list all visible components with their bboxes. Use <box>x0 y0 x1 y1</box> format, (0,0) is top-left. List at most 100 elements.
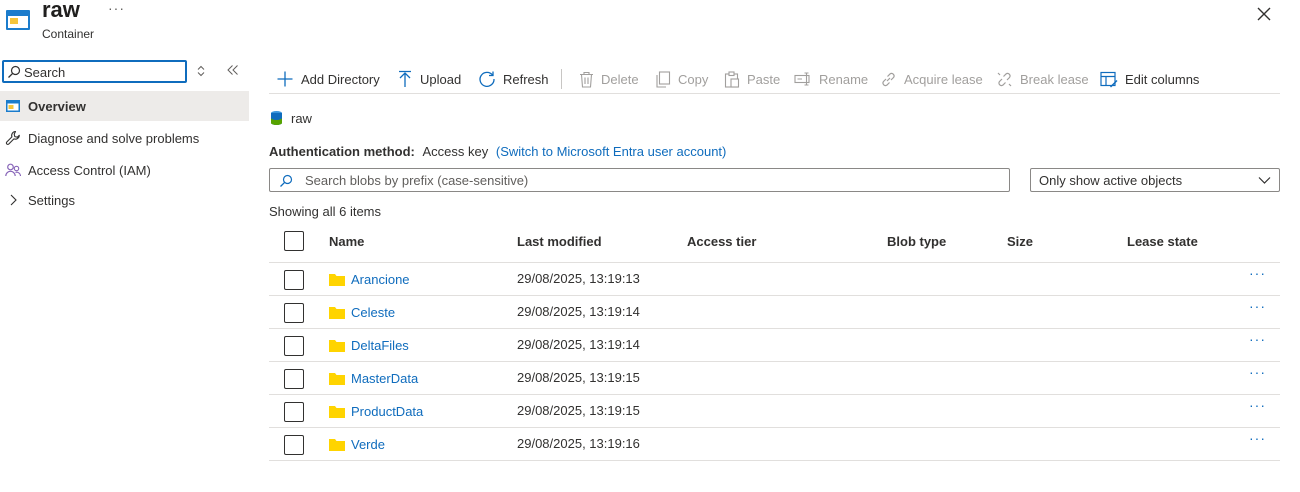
break-lease-button[interactable]: Break lease <box>996 68 1089 90</box>
folder-icon <box>329 340 345 352</box>
table-row[interactable]: Celeste 29/08/2025, 13:19:14 ··· <box>269 296 1280 329</box>
people-icon <box>5 163 21 177</box>
row-more-button[interactable]: ··· <box>1249 298 1266 314</box>
plus-icon <box>277 71 293 87</box>
acquire-lease-button[interactable]: Acquire lease <box>880 68 983 90</box>
row-name-link[interactable]: ProductData <box>351 404 423 419</box>
copy-icon <box>656 70 671 88</box>
table-row[interactable]: Verde 29/08/2025, 13:19:16 ··· <box>269 428 1280 461</box>
item-count: Showing all 6 items <box>269 204 381 219</box>
sidebar-item-label: Settings <box>28 193 75 208</box>
table-row[interactable]: DeltaFiles 29/08/2025, 13:19:14 ··· <box>269 329 1280 362</box>
storage-container-icon <box>271 111 282 125</box>
blob-search-input[interactable] <box>305 172 995 188</box>
row-last-modified: 29/08/2025, 13:19:15 <box>517 370 640 385</box>
row-name-link[interactable]: Arancione <box>351 272 410 287</box>
toolbar-divider <box>561 69 562 89</box>
page-title: raw <box>42 0 80 22</box>
column-header-access-tier[interactable]: Access tier <box>687 234 756 249</box>
sidebar-item-settings[interactable]: Settings <box>0 185 249 215</box>
upload-button[interactable]: Upload <box>397 68 461 90</box>
auth-method-label: Authentication method: <box>269 144 415 159</box>
folder-icon <box>329 274 345 286</box>
column-header-last-modified[interactable]: Last modified <box>517 234 602 249</box>
folder-icon <box>329 373 345 385</box>
edit-columns-icon <box>1100 71 1118 87</box>
collapse-sidebar-icon[interactable] <box>226 64 240 76</box>
resource-type-label: Container <box>42 27 95 41</box>
filter-selected-value: Only show active objects <box>1039 173 1183 188</box>
container-icon <box>6 100 20 112</box>
rename-icon <box>794 72 810 86</box>
sidebar-item-diagnose[interactable]: Diagnose and solve problems <box>0 123 249 153</box>
search-icon <box>8 65 21 78</box>
sidebar-item-access-control[interactable]: Access Control (IAM) <box>0 155 249 185</box>
table-row[interactable]: ProductData 29/08/2025, 13:19:15 ··· <box>269 395 1280 428</box>
column-header-size[interactable]: Size <box>1007 234 1033 249</box>
search-icon <box>280 174 293 187</box>
row-last-modified: 29/08/2025, 13:19:14 <box>517 304 640 319</box>
row-name-link[interactable]: Celeste <box>351 305 395 320</box>
sidebar-item-overview[interactable]: Overview <box>0 91 249 121</box>
row-more-button[interactable]: ··· <box>1249 331 1266 347</box>
auth-method-value: Access key <box>422 144 489 159</box>
sort-updown-icon[interactable] <box>196 65 206 77</box>
sidebar-search-box[interactable] <box>2 60 187 83</box>
row-more-button[interactable]: ··· <box>1249 397 1266 413</box>
chevron-down-icon <box>1258 177 1271 184</box>
table-row[interactable]: Arancione 29/08/2025, 13:19:13 ··· <box>269 263 1280 296</box>
trash-icon <box>580 71 593 88</box>
add-directory-button[interactable]: Add Directory <box>276 68 380 90</box>
sidebar-item-label: Access Control (IAM) <box>28 163 151 178</box>
column-header-blob-type[interactable]: Blob type <box>887 234 946 249</box>
row-last-modified: 29/08/2025, 13:19:15 <box>517 403 640 418</box>
sidebar-item-label: Overview <box>28 99 86 114</box>
row-more-button[interactable]: ··· <box>1249 364 1266 380</box>
switch-auth-link[interactable]: (Switch to Microsoft Entra user account) <box>496 144 726 159</box>
row-last-modified: 29/08/2025, 13:19:14 <box>517 337 640 352</box>
page-header: raw ··· Container <box>0 0 1300 50</box>
folder-icon <box>329 307 345 319</box>
row-more-button[interactable]: ··· <box>1249 265 1266 281</box>
chevron-right-icon <box>10 194 17 206</box>
table-row[interactable]: MasterData 29/08/2025, 13:19:15 ··· <box>269 362 1280 395</box>
row-checkbox[interactable] <box>284 369 304 389</box>
paste-button[interactable]: Paste <box>724 68 780 90</box>
breadcrumb: raw <box>270 110 312 126</box>
active-objects-filter-dropdown[interactable]: Only show active objects <box>1030 168 1280 192</box>
delete-button[interactable]: Delete <box>579 68 639 90</box>
copy-button[interactable]: Copy <box>655 68 708 90</box>
rename-button[interactable]: Rename <box>794 68 868 90</box>
refresh-button[interactable]: Refresh <box>478 68 549 90</box>
sidebar-item-label: Diagnose and solve problems <box>28 131 200 146</box>
folder-icon <box>329 439 345 451</box>
table-header: Name Last modified Access tier Blob type… <box>269 223 1280 263</box>
row-checkbox[interactable] <box>284 435 304 455</box>
select-all-checkbox[interactable] <box>284 231 304 251</box>
paste-icon <box>724 70 740 88</box>
authentication-method: Authentication method: Access key (Switc… <box>269 144 726 159</box>
row-checkbox[interactable] <box>284 402 304 422</box>
edit-columns-button[interactable]: Edit columns <box>1100 68 1199 90</box>
row-last-modified: 29/08/2025, 13:19:13 <box>517 271 640 286</box>
row-name-link[interactable]: DeltaFiles <box>351 338 409 353</box>
row-checkbox[interactable] <box>284 270 304 290</box>
command-bar: Add Directory Upload Refresh Delete Copy <box>269 66 1280 94</box>
row-more-button[interactable]: ··· <box>1249 430 1266 446</box>
row-checkbox[interactable] <box>284 336 304 356</box>
row-checkbox[interactable] <box>284 303 304 323</box>
row-name-link[interactable]: Verde <box>351 437 385 452</box>
column-header-name[interactable]: Name <box>329 234 364 249</box>
row-name-link[interactable]: MasterData <box>351 371 418 386</box>
sidebar-search-input[interactable] <box>24 63 184 81</box>
row-last-modified: 29/08/2025, 13:19:16 <box>517 436 640 451</box>
more-options-button[interactable]: ··· <box>108 0 125 16</box>
column-header-lease-state[interactable]: Lease state <box>1127 234 1198 249</box>
link-icon <box>882 72 895 86</box>
close-icon[interactable] <box>1253 3 1275 25</box>
breadcrumb-label: raw <box>291 110 312 126</box>
upload-icon <box>399 70 411 87</box>
broken-link-icon <box>997 72 1012 86</box>
wrench-icon <box>5 130 20 145</box>
blob-search-box[interactable] <box>269 168 1010 192</box>
